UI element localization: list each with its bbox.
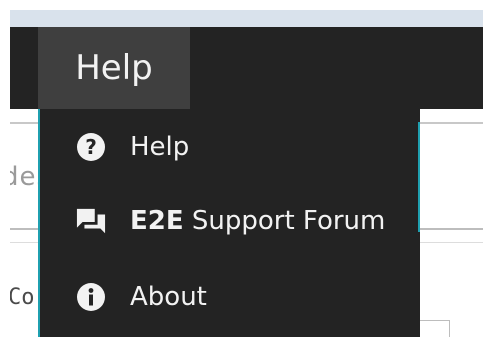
menu-help[interactable]: Help [38, 27, 190, 109]
background-partial-label: Co [10, 285, 35, 310]
menu-item-help[interactable]: ? Help [40, 109, 420, 185]
forum-label-rest: Support Forum [183, 206, 386, 236]
menu-item-about[interactable]: About [40, 259, 420, 335]
forum-label-strong: E2E [130, 206, 184, 236]
app-window: Help des Co ? Help E2E Support Forum Abo… [10, 10, 483, 337]
menu-item-about-label: About [130, 282, 207, 312]
chat-bubbles-icon [76, 206, 106, 236]
window-top-strip [10, 10, 483, 27]
menu-item-support-forum-label: E2E Support Forum [130, 206, 385, 236]
menu-item-help-label: Help [130, 132, 190, 162]
svg-text:?: ? [85, 135, 97, 159]
menu-item-support-forum[interactable]: E2E Support Forum [40, 183, 420, 259]
dropdown-accent-edge [418, 122, 420, 232]
info-circle-icon [76, 282, 106, 312]
help-dropdown-menu: ? Help E2E Support Forum About [38, 109, 420, 337]
question-circle-icon: ? [76, 132, 106, 162]
menu-help-label: Help [75, 48, 153, 88]
